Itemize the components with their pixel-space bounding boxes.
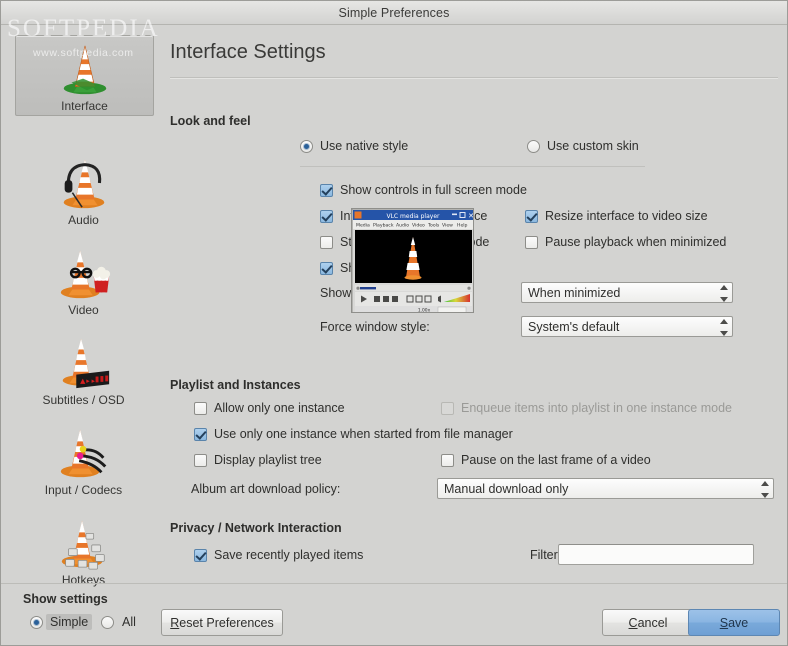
window-titlebar: Simple Preferences bbox=[1, 1, 787, 25]
checkbox-enqueue-items bbox=[441, 402, 454, 415]
radio-settings-simple[interactable] bbox=[30, 616, 43, 629]
sidebar-item-label: Input / Codecs bbox=[44, 483, 123, 497]
page-title: Interface Settings bbox=[170, 41, 326, 63]
vlc-window-preview: VLC media player ✕ Media Playback Audio Vi… bbox=[351, 208, 474, 313]
vlc-cone-interface-icon bbox=[63, 45, 106, 95]
combo-album-art-policy[interactable]: Manual download only bbox=[437, 478, 774, 499]
save-accel-letter: S bbox=[719, 615, 729, 630]
title-divider bbox=[170, 77, 778, 79]
input-filter[interactable] bbox=[558, 544, 754, 565]
checkbox-pause-last-frame[interactable] bbox=[441, 454, 454, 467]
vlc-cone-subtitles-icon: ▲▸▸ bbox=[62, 338, 109, 389]
group-title-playlist-instances: Playlist and Instances bbox=[170, 378, 301, 392]
svg-text:Video: Video bbox=[412, 223, 425, 229]
sidebar-item-video[interactable]: Video bbox=[15, 240, 152, 317]
label-force-window-style: Force window style: bbox=[320, 320, 430, 334]
svg-text:1.00x: 1.00x bbox=[418, 307, 431, 313]
vlc-cone-cables-icon bbox=[60, 429, 106, 478]
svg-text:Help: Help bbox=[457, 223, 468, 229]
sidebar-item-hotkeys[interactable]: Hotkeys bbox=[15, 510, 152, 587]
checkbox-one-instance-file-manager[interactable] bbox=[194, 428, 207, 441]
settings-sidebar: Interface Audio Video ▲▸▸ Subtitles / OS… bbox=[1, 25, 161, 587]
vlc-cone-keys-icon bbox=[61, 520, 105, 570]
radio-use-native-style[interactable] bbox=[300, 140, 313, 153]
checkbox-resize-interface[interactable] bbox=[525, 210, 538, 223]
svg-text:Media: Media bbox=[356, 223, 370, 229]
sidebar-item-input-codecs[interactable]: Input / Codecs bbox=[15, 420, 152, 497]
label-pause-last-frame: Pause on the last frame of a video bbox=[461, 453, 651, 467]
sidebar-item-label: Subtitles / OSD bbox=[42, 393, 125, 407]
look-and-feel-divider bbox=[300, 166, 645, 167]
label-settings-all: All bbox=[122, 615, 136, 629]
spinner-icon[interactable] bbox=[760, 481, 769, 498]
settings-main-panel: Interface Settings Look and feel Use nat… bbox=[161, 25, 788, 585]
label-show-controls-fullscreen: Show controls in full screen mode bbox=[340, 183, 527, 197]
svg-text:Audio: Audio bbox=[396, 223, 409, 229]
simple-preferences-dialog: Simple Preferences SOFTPEDIA www.softped… bbox=[0, 0, 788, 646]
combo-force-window-style[interactable]: System's default bbox=[521, 316, 733, 337]
label-filter: Filter: bbox=[530, 548, 562, 562]
vlc-window-preview-image: VLC media player ✕ Media Playback Audio Vi… bbox=[352, 209, 474, 313]
vlc-cone-popcorn-icon bbox=[60, 250, 110, 299]
checkbox-show-controls-fullscreen[interactable] bbox=[320, 184, 333, 197]
label-show-settings: Show settings bbox=[23, 592, 108, 606]
vlc-cone-headphones-icon bbox=[63, 159, 104, 209]
svg-text:✕: ✕ bbox=[468, 212, 474, 220]
cancel-accel-letter: C bbox=[628, 615, 638, 630]
radio-settings-all[interactable] bbox=[101, 616, 114, 629]
svg-text:▲▸▸: ▲▸▸ bbox=[80, 376, 96, 386]
label-use-custom-skin: Use custom skin bbox=[547, 139, 639, 153]
save-button[interactable]: Save bbox=[688, 609, 780, 636]
svg-text:Playback: Playback bbox=[373, 223, 394, 229]
sidebar-item-interface[interactable]: Interface bbox=[15, 35, 154, 116]
label-enqueue-items: Enqueue items into playlist in one insta… bbox=[461, 401, 732, 415]
group-title-look-and-feel: Look and feel bbox=[170, 114, 251, 128]
group-title-privacy: Privacy / Network Interaction bbox=[170, 521, 342, 535]
checkbox-save-recently-played[interactable] bbox=[194, 549, 207, 562]
combo-media-change-popup-value: When minimized bbox=[528, 285, 621, 300]
checkbox-display-playlist-tree[interactable] bbox=[194, 454, 207, 467]
sidebar-item-subtitles-osd[interactable]: ▲▸▸ Subtitles / OSD bbox=[15, 330, 152, 407]
dialog-bottom-bar: Show settings Simple All Reset Preferenc… bbox=[1, 583, 787, 645]
cancel-label-rest: ancel bbox=[637, 615, 668, 630]
cancel-button[interactable]: Cancel bbox=[602, 609, 694, 636]
label-resize-interface: Resize interface to video size bbox=[545, 209, 708, 223]
label-one-instance-file-manager: Use only one instance when started from … bbox=[214, 427, 513, 441]
sidebar-item-audio[interactable]: Audio bbox=[15, 150, 152, 227]
combo-force-window-style-value: System's default bbox=[528, 319, 620, 334]
sidebar-item-label: Interface bbox=[61, 99, 108, 113]
radio-use-custom-skin[interactable] bbox=[527, 140, 540, 153]
label-album-art-policy: Album art download policy: bbox=[191, 482, 341, 496]
checkbox-integrate-video[interactable] bbox=[320, 210, 333, 223]
combo-media-change-popup[interactable]: When minimized bbox=[521, 282, 733, 303]
sidebar-item-label: Audio bbox=[68, 213, 99, 227]
label-settings-simple: Simple bbox=[46, 614, 93, 630]
checkbox-allow-one-instance[interactable] bbox=[194, 402, 207, 415]
label-pause-when-minimized: Pause playback when minimized bbox=[545, 235, 727, 249]
checkbox-minimal-view[interactable] bbox=[320, 236, 333, 249]
label-display-playlist-tree: Display playlist tree bbox=[214, 453, 322, 467]
label-save-recently-played: Save recently played items bbox=[214, 548, 364, 562]
window-title: Simple Preferences bbox=[338, 5, 450, 20]
sidebar-item-label: Video bbox=[68, 303, 99, 317]
checkbox-pause-when-minimized[interactable] bbox=[525, 236, 538, 249]
checkbox-show-systray[interactable] bbox=[320, 262, 333, 275]
svg-text:View: View bbox=[442, 223, 453, 229]
label-allow-one-instance: Allow only one instance bbox=[214, 401, 345, 415]
reset-label-rest: eset Preferences bbox=[179, 615, 274, 630]
svg-text:Tools: Tools bbox=[427, 223, 440, 229]
reset-accel-letter: R bbox=[170, 615, 180, 630]
spinner-icon[interactable] bbox=[719, 285, 728, 302]
label-use-native-style: Use native style bbox=[320, 139, 409, 153]
svg-text:VLC media player: VLC media player bbox=[386, 213, 440, 220]
spinner-icon[interactable] bbox=[719, 319, 728, 336]
reset-preferences-button[interactable]: Reset Preferences bbox=[161, 609, 283, 636]
save-label-rest: ave bbox=[728, 615, 749, 630]
combo-album-art-policy-value: Manual download only bbox=[444, 481, 569, 496]
